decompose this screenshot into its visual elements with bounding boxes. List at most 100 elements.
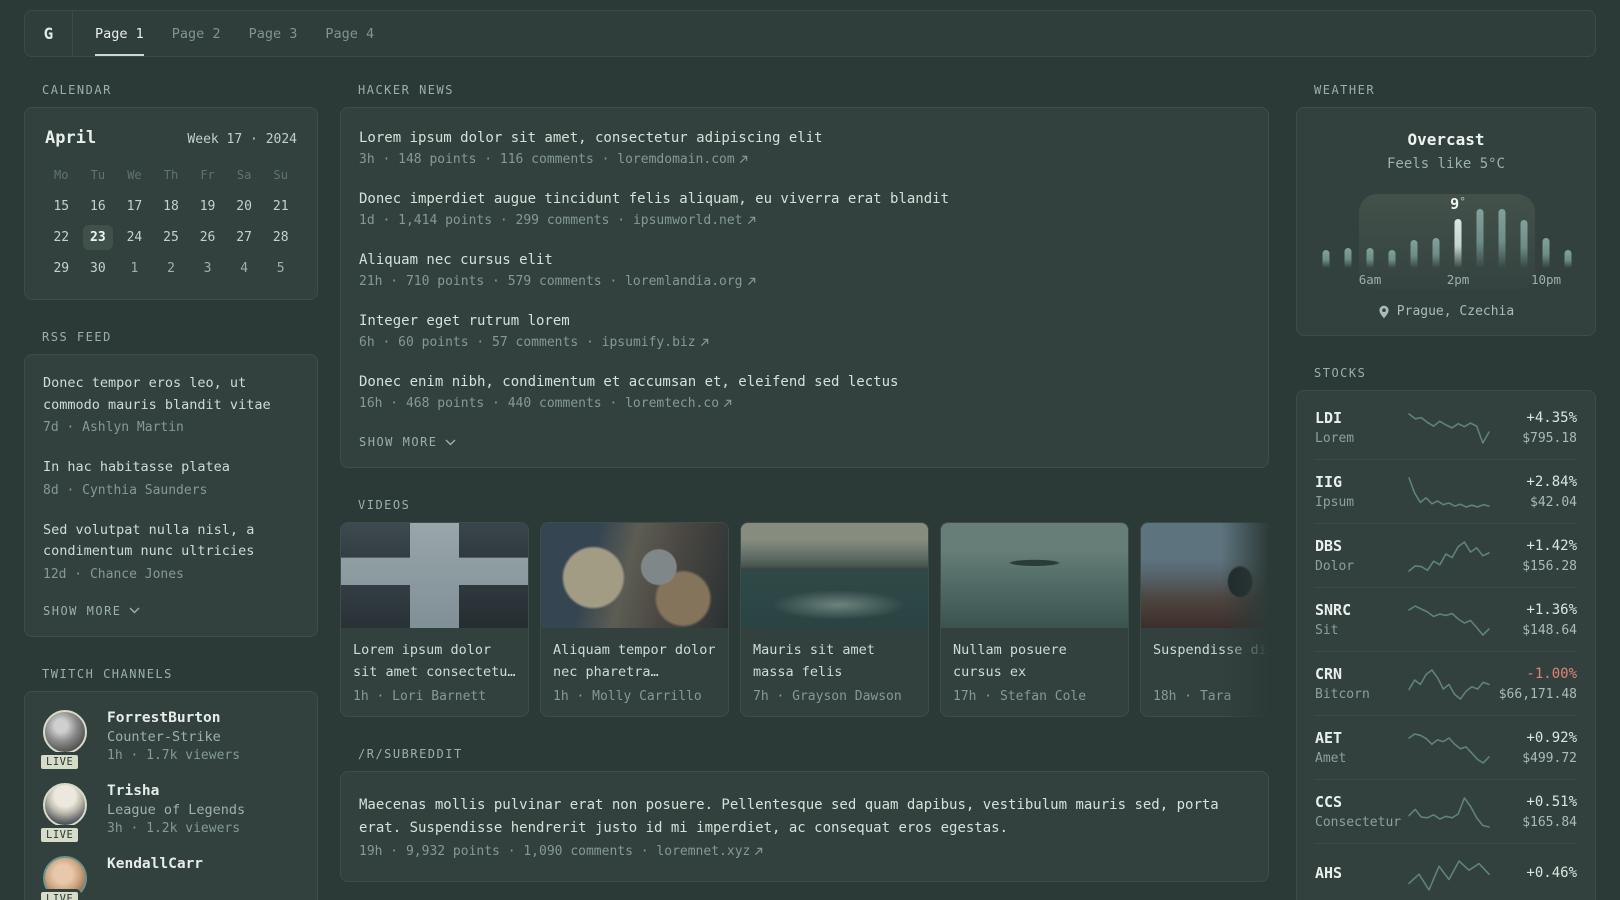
twitch-channel-name[interactable]: ForrestBurton [107, 710, 240, 726]
hacker-news-item-title[interactable]: Donec imperdiet augue tincidunt felis al… [359, 191, 1250, 207]
rss-show-more-button[interactable]: SHOW MORE [43, 604, 299, 618]
hacker-news-item: Integer eget rutrum lorem 6h · 60 points… [359, 313, 1250, 350]
subreddit-post: Maecenas mollis pulvinar erat non posuer… [359, 794, 1250, 859]
video-title[interactable]: Suspendisse diam [1153, 640, 1269, 683]
rss-item-title[interactable]: Sed volutpat nulla nisl, a condimentum n… [43, 520, 299, 563]
stock-sparkline [1408, 668, 1490, 700]
twitch-channel-name[interactable]: Trisha [107, 783, 245, 799]
tab-page[interactable]: Page 4 [325, 11, 374, 56]
video-thumbnail [741, 523, 928, 628]
calendar-day: 22 [53, 230, 70, 245]
video-thumbnail [1141, 523, 1269, 628]
stock-company-name: Sit [1315, 623, 1339, 638]
weather-bar [1344, 248, 1352, 268]
hacker-news-item-title[interactable]: Donec enim nibh, condimentum et accumsan… [359, 374, 1250, 390]
weather-section-header: WEATHER [1314, 83, 1376, 97]
stock-identity: DBS Dolor [1315, 537, 1407, 574]
stock-change-percent: +0.51% [1526, 793, 1577, 810]
stock-row[interactable]: CRN Bitcorn -1.00% $66,171.48 [1315, 652, 1577, 716]
top-navigation-bar: G Page 1 Page 2 Page 3 Page 4 [24, 10, 1596, 57]
video-card-body: Mauris sit amet massa felis 7h · Grayson… [741, 628, 928, 716]
stock-values: +0.92% $499.72 [1491, 730, 1577, 766]
video-card[interactable]: Lorem ipsum dolor sit amet consectetu… 1… [340, 522, 529, 717]
hacker-news-item-domain-link[interactable]: ipsumworld.net [633, 213, 756, 228]
twitch-channel-row[interactable]: LIVE ForrestBurton Counter-Strike 1h · 1… [38, 709, 299, 772]
sparkline-path [1408, 668, 1490, 700]
calendar-day: 20 [236, 199, 252, 214]
twitch-channel-row[interactable]: LIVE KendallCarr [38, 855, 299, 900]
external-link-icon [747, 216, 755, 225]
chevron-down-icon [445, 439, 456, 445]
stock-row[interactable]: CCS Consectetur +0.51% $165.84 [1315, 780, 1577, 844]
video-title[interactable]: Aliquam tempor dolor nec pharetra… [553, 640, 716, 683]
twitch-channel-meta: 1h · 1.7k viewers [107, 747, 241, 763]
twitch-channel-game: League of Legends [107, 801, 246, 818]
hacker-news-item-domain: loremdomain.com [617, 152, 735, 167]
hacker-news-item-title[interactable]: Aliquam nec cursus elit [359, 252, 1250, 268]
video-card[interactable]: Nullam posuere cursus ex 17h · Stefan Co… [940, 522, 1129, 717]
tab-page[interactable]: Page 1 [95, 11, 144, 56]
hacker-news-item-domain-link[interactable]: loremlandia.org [625, 274, 755, 289]
map-pin-icon [1379, 305, 1389, 318]
stock-row[interactable]: AET Amet +0.92% $499.72 [1315, 716, 1577, 780]
video-meta: 7h · Grayson Dawson [753, 689, 902, 704]
video-title[interactable]: Mauris sit amet massa felis [753, 640, 916, 683]
stock-price: $148.64 [1522, 622, 1577, 638]
stock-row[interactable]: DBS Dolor +1.42% $156.28 [1315, 524, 1577, 588]
stock-ticker: CCS [1315, 793, 1343, 811]
hacker-news-show-more-button[interactable]: SHOW MORE [359, 435, 1250, 449]
videos-section-header: VIDEOS [358, 498, 411, 512]
video-card[interactable]: Mauris sit amet massa felis 7h · Grayson… [740, 522, 929, 717]
twitch-channel-name[interactable]: KendallCarr [107, 856, 203, 872]
hacker-news-item-domain-link[interactable]: ipsumify.biz [602, 335, 709, 350]
weather-bar [1322, 250, 1330, 268]
weather-feels-like: Feels like 5°C [1386, 156, 1505, 172]
rss-item-title[interactable]: In hac habitasse platea [43, 457, 299, 479]
tab-page[interactable]: Page 2 [172, 11, 221, 56]
calendar-weekday-label: Mo [54, 168, 69, 182]
stock-row[interactable]: IIG Ipsum +2.84% $42.04 [1315, 460, 1577, 524]
video-title[interactable]: Nullam posuere cursus ex [953, 640, 1116, 683]
tab-page[interactable]: Page 3 [249, 11, 298, 56]
external-link-icon [747, 277, 755, 286]
stock-row[interactable]: LDI Lorem +4.35% $795.18 [1315, 396, 1577, 460]
stock-ticker: LDI [1315, 409, 1343, 427]
subreddit-post-title[interactable]: Maecenas mollis pulvinar erat non posuer… [359, 794, 1250, 840]
sparkline-path [1408, 476, 1490, 508]
calendar-day: 30 [90, 261, 106, 276]
weather-chart: 6am 2pm 9° 10pm [1315, 194, 1579, 290]
calendar-weekday-label: We [127, 168, 142, 182]
stock-row[interactable]: AHS +0.46% [1315, 844, 1577, 900]
video-card-body: Aliquam tempor dolor nec pharetra… 1h · … [541, 628, 728, 716]
hacker-news-item-title[interactable]: Integer eget rutrum lorem [359, 313, 1250, 329]
hacker-news-item-title[interactable]: Lorem ipsum dolor sit amet, consectetur … [359, 130, 1250, 146]
calendar-weekday-label: Tu [90, 168, 106, 182]
weather-bars: 6am 2pm 9° 10pm [1315, 195, 1579, 287]
stock-values: +0.51% $165.84 [1491, 794, 1577, 830]
hacker-news-item-meta: 1d · 1,414 points · 299 comments · ipsum… [359, 213, 1250, 228]
stock-company-name: Bitcorn [1315, 687, 1370, 702]
hacker-news-item-meta: 21h · 710 points · 579 comments · loreml… [359, 274, 1250, 289]
external-link-icon [755, 847, 763, 856]
weather-bar-slot [1513, 206, 1535, 268]
stock-row[interactable]: SNRC Sit +1.36% $148.64 [1315, 588, 1577, 652]
app-logo[interactable]: G [25, 11, 73, 56]
subreddit-post-domain-link[interactable]: loremnet.xyz [656, 844, 763, 859]
weather-bar-slot: 2pm 9° [1447, 195, 1470, 287]
hacker-news-item-domain-link[interactable]: loremtech.co [625, 396, 732, 411]
video-title[interactable]: Lorem ipsum dolor sit amet consectetu… [353, 640, 516, 683]
stocks-card: LDI Lorem +4.35% $795.18 IIG Ipsum +2.84… [1296, 390, 1596, 900]
calendar-day: 16 [90, 199, 106, 214]
hacker-news-item-domain-link[interactable]: loremdomain.com [617, 152, 747, 167]
weather-section: WEATHER Overcast Feels like 5°C 6am 2pm 9°… [1296, 83, 1596, 336]
stock-sparkline [1408, 732, 1490, 764]
stock-change-percent: +2.84% [1526, 473, 1577, 490]
video-card[interactable]: Aliquam tempor dolor nec pharetra… 1h · … [540, 522, 729, 717]
hacker-news-item-domain: loremtech.co [625, 396, 720, 411]
rss-item-title[interactable]: Donec tempor eros leo, ut commodo mauris… [43, 373, 299, 416]
hacker-news-show-more-label: SHOW MORE [359, 435, 438, 449]
video-card[interactable]: Suspendisse diam 18h · Tara [1140, 522, 1269, 717]
video-card-body: Suspendisse diam 18h · Tara [1141, 628, 1269, 716]
twitch-avatar-wrap: LIVE [38, 709, 89, 772]
twitch-channel-row[interactable]: LIVE Trisha League of Legends 3h · 1.2k … [38, 782, 299, 845]
